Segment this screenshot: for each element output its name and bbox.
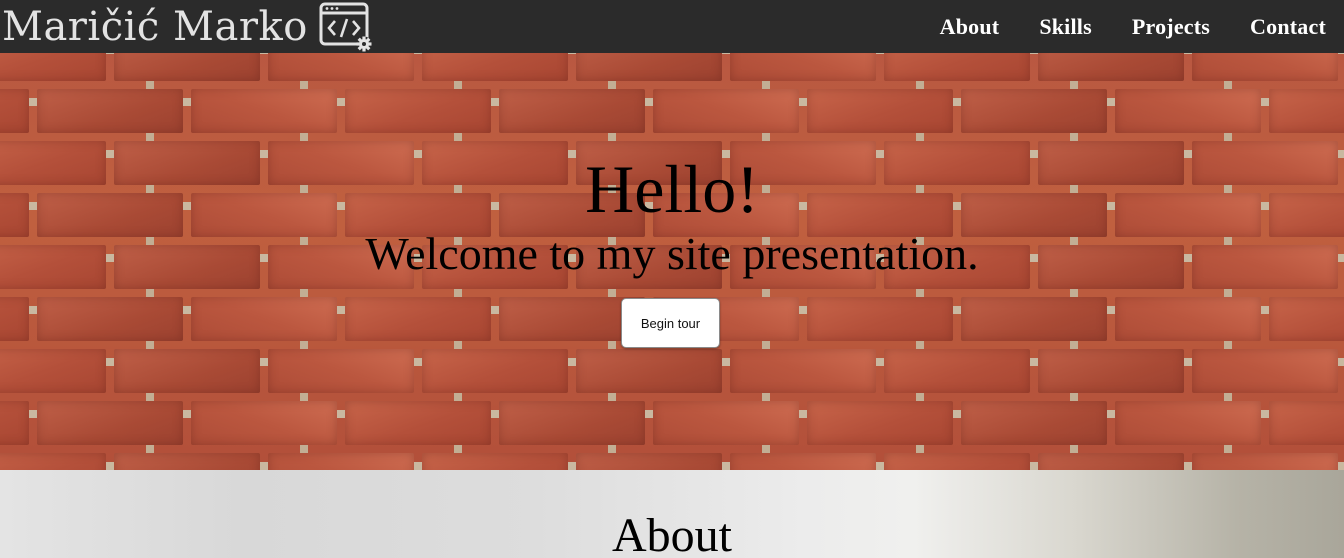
brick-row bbox=[0, 349, 1344, 393]
brick bbox=[730, 349, 876, 393]
brick bbox=[114, 349, 260, 393]
brick bbox=[1038, 53, 1184, 81]
brick bbox=[730, 53, 876, 81]
begin-tour-button[interactable]: Begin tour bbox=[621, 298, 720, 348]
navbar: Maričić Marko About Skills Projects Cont… bbox=[0, 0, 1344, 53]
brick bbox=[191, 89, 337, 133]
brick bbox=[1269, 297, 1344, 341]
brick bbox=[1115, 297, 1261, 341]
nav-item-about: About bbox=[940, 14, 1000, 40]
brick bbox=[0, 453, 106, 470]
brand-name: Maričić Marko bbox=[2, 3, 308, 50]
brick bbox=[422, 453, 568, 470]
brick bbox=[961, 401, 1107, 445]
hero-title: Hello! bbox=[585, 151, 759, 227]
brick bbox=[1115, 401, 1261, 445]
brick bbox=[1038, 453, 1184, 470]
brick bbox=[0, 297, 29, 341]
brick bbox=[576, 53, 722, 81]
hero-subtitle: Welcome to my site presentation. bbox=[365, 228, 979, 279]
brick bbox=[1192, 349, 1338, 393]
brick bbox=[1115, 89, 1261, 133]
brick bbox=[345, 89, 491, 133]
brick bbox=[422, 53, 568, 81]
brick bbox=[114, 53, 260, 81]
brick bbox=[961, 297, 1107, 341]
brick bbox=[37, 297, 183, 341]
brick bbox=[499, 89, 645, 133]
brick bbox=[114, 453, 260, 470]
brick bbox=[653, 89, 799, 133]
brick-row bbox=[0, 453, 1344, 470]
brick bbox=[576, 349, 722, 393]
nav-item-skills: Skills bbox=[1039, 14, 1092, 40]
brick-row bbox=[0, 401, 1344, 445]
brick bbox=[0, 89, 29, 133]
brick bbox=[499, 401, 645, 445]
brick bbox=[268, 53, 414, 81]
brick bbox=[345, 401, 491, 445]
brick bbox=[191, 401, 337, 445]
brick bbox=[191, 297, 337, 341]
brick bbox=[884, 53, 1030, 81]
brick bbox=[1038, 349, 1184, 393]
nav-link-about[interactable]: About bbox=[940, 14, 1000, 39]
nav-item-contact: Contact bbox=[1250, 14, 1326, 40]
brick bbox=[345, 297, 491, 341]
brick bbox=[268, 453, 414, 470]
brick bbox=[961, 89, 1107, 133]
brick-row bbox=[0, 53, 1344, 81]
nav-item-projects: Projects bbox=[1132, 14, 1210, 40]
brick bbox=[37, 401, 183, 445]
nav-menu: About Skills Projects Contact bbox=[900, 0, 1326, 53]
brick bbox=[653, 401, 799, 445]
brick bbox=[884, 349, 1030, 393]
brick bbox=[422, 349, 568, 393]
brick bbox=[37, 89, 183, 133]
brick bbox=[807, 297, 953, 341]
hero-section: Hello! Welcome to my site presentation. … bbox=[0, 53, 1344, 470]
brick bbox=[884, 453, 1030, 470]
brick bbox=[0, 349, 106, 393]
nav-link-contact[interactable]: Contact bbox=[1250, 14, 1326, 39]
about-title: About bbox=[612, 509, 732, 558]
about-section: About bbox=[0, 470, 1344, 558]
nav-link-skills[interactable]: Skills bbox=[1039, 14, 1092, 39]
brick bbox=[1192, 453, 1338, 470]
brick bbox=[268, 349, 414, 393]
brick bbox=[1269, 89, 1344, 133]
code-window-gear-icon bbox=[319, 2, 372, 51]
nav-link-projects[interactable]: Projects bbox=[1132, 14, 1210, 39]
brick bbox=[1192, 53, 1338, 81]
brick bbox=[0, 401, 29, 445]
brick bbox=[1269, 401, 1344, 445]
brick bbox=[807, 401, 953, 445]
brick bbox=[730, 453, 876, 470]
brick bbox=[576, 453, 722, 470]
brand-link[interactable]: Maričić Marko bbox=[2, 0, 374, 53]
brick bbox=[807, 89, 953, 133]
brick bbox=[0, 53, 106, 81]
brick-row bbox=[0, 89, 1344, 133]
